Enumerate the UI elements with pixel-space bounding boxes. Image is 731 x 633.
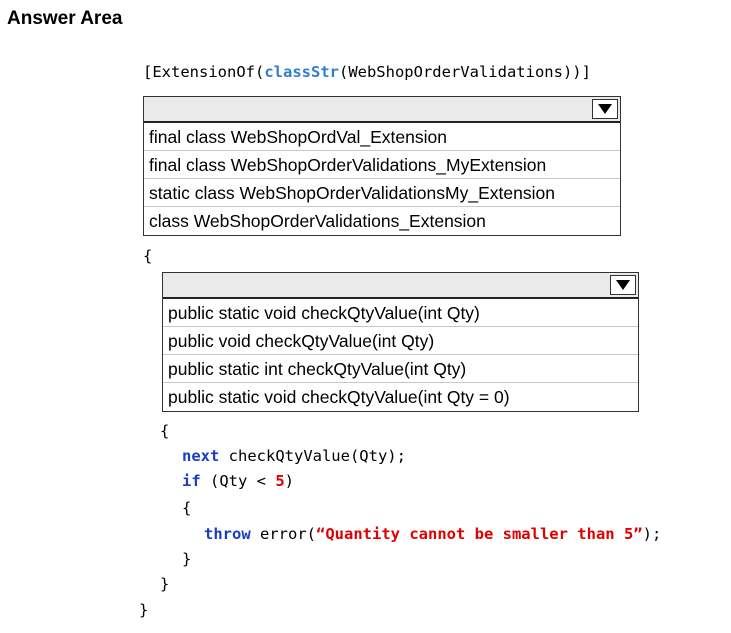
if-keyword: if [182,472,201,490]
next-keyword: next [182,447,220,465]
class-option[interactable]: final class WebShopOrderValidations_MyEx… [144,151,620,179]
error-message-string: “Quantity cannot be smaller than 5” [316,525,643,543]
class-option[interactable]: static class WebShopOrderValidationsMy_E… [144,179,620,207]
triangle-down-icon [616,280,630,290]
dropdown-arrow-button[interactable] [610,275,636,295]
dropdown-arrow-button[interactable] [592,99,618,119]
outer-open-brace: { [143,247,153,265]
class-option[interactable]: class WebShopOrderValidations_Extension [144,207,620,235]
class-declaration-dropdown[interactable]: final class WebShopOrdVal_Extension fina… [143,96,621,236]
next-call-line: next checkQtyValue(Qty); [182,446,406,466]
method-open-brace: { [160,422,170,440]
outer-close-brace: } [139,601,149,619]
class-declaration-select[interactable] [144,97,620,123]
if-condition-a: (Qty < [200,472,276,490]
method-option[interactable]: public static void checkQtyValue(int Qty… [163,383,638,411]
answer-area-heading: Answer Area [7,8,123,29]
method-option[interactable]: public void checkQtyValue(int Qty) [163,327,638,355]
method-declaration-dropdown[interactable]: public static void checkQtyValue(int Qty… [162,272,639,412]
if-number: 5 [275,472,285,490]
throw-line: throw error(“Quantity cannot be smaller … [204,524,661,544]
if-condition-b: ) [284,472,295,490]
extension-attribute-line: [ExtensionOf(classStr(WebShopOrderValida… [143,62,591,82]
attr-open: [ExtensionOf( [143,63,265,81]
if-open-brace: { [182,499,192,517]
if-close-brace: } [182,550,192,568]
attr-keyword: classStr [264,63,339,81]
attr-rest: (WebShopOrderValidations))] [338,63,591,81]
method-option[interactable]: public static void checkQtyValue(int Qty… [163,299,638,327]
method-close-brace: } [160,575,170,593]
if-line: if (Qty < 5) [182,471,294,491]
throw-call: error( [250,525,316,543]
throw-keyword: throw [204,525,251,543]
class-option[interactable]: final class WebShopOrdVal_Extension [144,123,620,151]
throw-end: ); [642,525,662,543]
next-call: checkQtyValue(Qty); [219,447,406,465]
triangle-down-icon [598,104,612,114]
method-option[interactable]: public static int checkQtyValue(int Qty) [163,355,638,383]
method-declaration-select[interactable] [163,273,638,299]
